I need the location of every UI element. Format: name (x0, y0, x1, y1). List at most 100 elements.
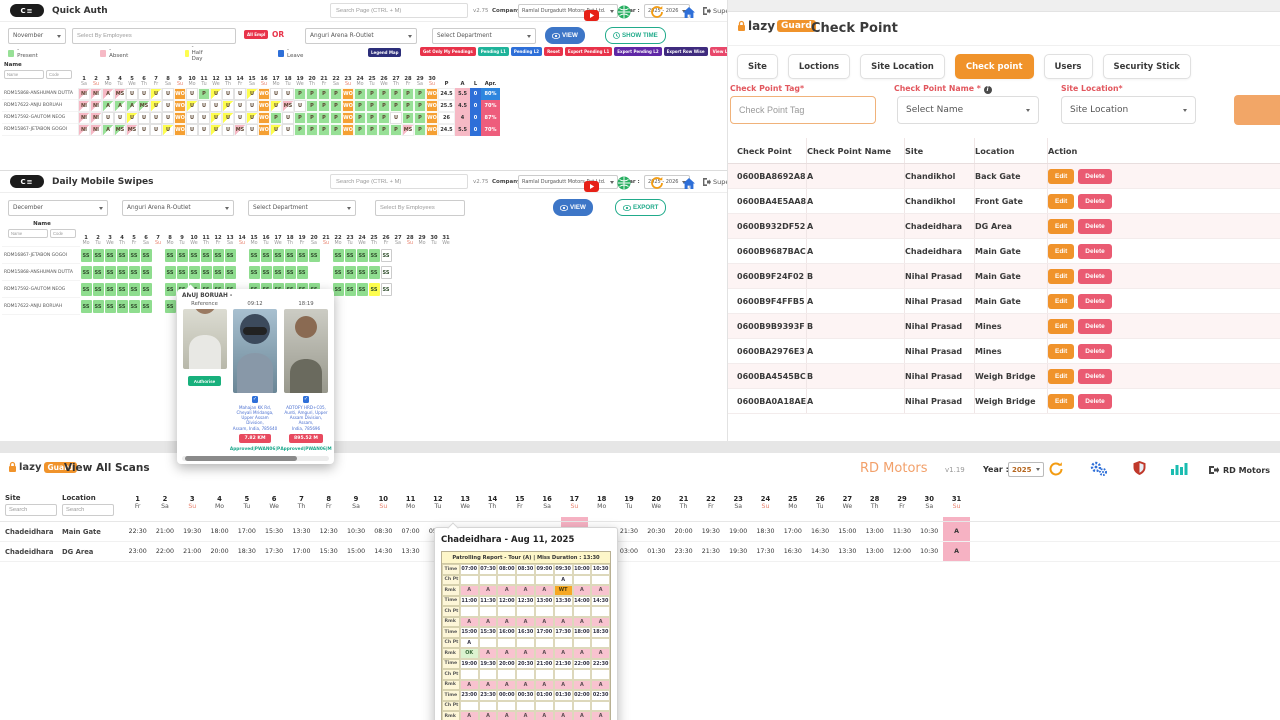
scan-cell[interactable]: 10:30 (342, 522, 369, 541)
swipe-cell[interactable]: SS (248, 264, 260, 281)
swipe-cell[interactable]: SS (200, 247, 212, 264)
swipe-cell[interactable]: SS (140, 298, 152, 315)
site-search-input[interactable] (5, 504, 57, 516)
swipe-cell[interactable]: SS (140, 247, 152, 264)
swipe-cell[interactable]: SS (128, 298, 140, 315)
attendance-cell[interactable]: U (138, 112, 150, 124)
action-button[interactable]: Pending L2 (511, 47, 542, 56)
youtube-icon[interactable] (584, 177, 599, 196)
swipe-cell[interactable]: SS (344, 264, 356, 281)
attendance-cell[interactable]: U (222, 112, 234, 124)
attendance-cell[interactable]: U (162, 100, 174, 112)
attendance-cell[interactable]: MS (234, 124, 246, 136)
swipe-cell[interactable]: SS (356, 281, 368, 298)
swipe-cell[interactable]: SS (296, 247, 308, 264)
name-filter-input[interactable] (8, 229, 48, 238)
legend-map-button[interactable]: Legend Map (368, 48, 401, 57)
swipe-cell[interactable]: SS (272, 247, 284, 264)
site-location-select[interactable]: Site Location (1061, 96, 1196, 124)
action-button[interactable]: Pending L1 (478, 47, 509, 56)
attendance-cell[interactable]: MS (114, 124, 126, 136)
swipe-cell[interactable]: SS (140, 264, 152, 281)
attendance-cell[interactable]: A (114, 100, 126, 112)
attendance-cell[interactable]: NI (78, 124, 90, 136)
attendance-cell[interactable]: U (222, 124, 234, 136)
attendance-cell[interactable]: WO (258, 88, 270, 100)
scan-cell[interactable]: 03:00 (615, 542, 642, 561)
attendance-cell[interactable]: A (102, 124, 114, 136)
swipe-cell[interactable]: SS (356, 247, 368, 264)
edit-button[interactable]: Edit (1048, 194, 1074, 209)
page-search-input[interactable] (330, 3, 468, 18)
export-button[interactable]: EXPORT (615, 199, 666, 216)
swipe-cell[interactable]: SS (272, 264, 284, 281)
swipe-cell[interactable]: SS (380, 247, 392, 264)
popup-scrollbar-thumb[interactable] (185, 456, 297, 461)
swipe-cell[interactable]: SS (368, 247, 380, 264)
swipe-cell[interactable]: SS (128, 281, 140, 298)
edit-button[interactable]: Edit (1048, 394, 1074, 409)
scan-cell[interactable]: 12:00 (888, 542, 915, 561)
approve-checkbox[interactable]: ✓ (252, 396, 259, 403)
attendance-cell[interactable]: WO (342, 100, 354, 112)
swipe-cell[interactable]: SS (176, 247, 188, 264)
attendance-cell[interactable]: P (402, 112, 414, 124)
delete-button[interactable]: Delete (1078, 394, 1112, 409)
swipe-cell[interactable]: SS (104, 298, 116, 315)
swipe-cell[interactable]: SS (188, 264, 200, 281)
page-search-input[interactable] (330, 174, 468, 189)
swipe-cell[interactable]: SS (164, 281, 176, 298)
attendance-cell[interactable]: U (162, 124, 174, 136)
logout-super[interactable]: Super (702, 178, 727, 186)
scan-cell[interactable]: 23:00 (124, 542, 151, 561)
submit-button[interactable] (1234, 95, 1280, 125)
attendance-cell[interactable]: WO (258, 100, 270, 112)
scan-cell[interactable]: 16:30 (806, 522, 833, 541)
attendance-cell[interactable]: P (318, 100, 330, 112)
scan-cell[interactable]: A (943, 542, 970, 561)
attendance-cell[interactable]: P (330, 100, 342, 112)
scan-cell[interactable]: 13:30 (834, 542, 861, 561)
attendance-cell[interactable]: P (390, 88, 402, 100)
attendance-cell[interactable]: U (234, 88, 246, 100)
swipe-cell[interactable]: SS (116, 264, 128, 281)
attendance-cell[interactable]: U (198, 112, 210, 124)
company-select[interactable]: Ramlal Durgadutt Motors Pvt Ltd. (518, 4, 618, 18)
bar-chart-icon[interactable] (1170, 461, 1188, 480)
edit-button[interactable]: Edit (1048, 219, 1074, 234)
attendance-cell[interactable]: P (306, 100, 318, 112)
attendance-cell[interactable]: P (414, 124, 426, 136)
attendance-cell[interactable]: U (270, 124, 282, 136)
delete-button[interactable]: Delete (1078, 169, 1112, 184)
swipe-cell[interactable]: SS (164, 298, 176, 315)
show-time-button[interactable]: SHOW TIME (605, 27, 666, 44)
scan-cell[interactable]: 15:00 (342, 542, 369, 561)
attendance-cell[interactable]: P (306, 124, 318, 136)
attendance-cell[interactable]: U (282, 88, 294, 100)
swipe-cell[interactable]: SS (104, 264, 116, 281)
attendance-cell[interactable]: WO (174, 112, 186, 124)
attendance-cell[interactable]: WO (258, 112, 270, 124)
swipe-cell[interactable]: SS (356, 264, 368, 281)
swipe-cell[interactable]: SS (116, 298, 128, 315)
attendance-cell[interactable]: U (150, 88, 162, 100)
attendance-cell[interactable]: U (186, 124, 198, 136)
swipe-cell[interactable]: SS (332, 264, 344, 281)
swipe-cell[interactable]: SS (380, 281, 392, 298)
scan-cell[interactable]: 13:30 (288, 522, 315, 541)
attendance-cell[interactable]: WO (342, 88, 354, 100)
attendance-cell[interactable]: P (294, 112, 306, 124)
scan-cell[interactable]: 22:30 (124, 522, 151, 541)
attendance-cell[interactable]: A (102, 100, 114, 112)
swipe-cell[interactable]: SS (92, 281, 104, 298)
attendance-cell[interactable]: A (102, 88, 114, 100)
attendance-cell[interactable]: U (126, 88, 138, 100)
delete-button[interactable]: Delete (1078, 369, 1112, 384)
scan-cell[interactable]: 22:00 (151, 542, 178, 561)
company-select[interactable]: Ramlal Durgadutt Motors Pvt Ltd. (518, 175, 618, 189)
attendance-cell[interactable]: U (246, 88, 258, 100)
action-button[interactable]: View Log (710, 47, 727, 56)
swipe-cell[interactable]: SS (224, 247, 236, 264)
delete-button[interactable]: Delete (1078, 319, 1112, 334)
code-filter-input[interactable] (46, 70, 72, 79)
